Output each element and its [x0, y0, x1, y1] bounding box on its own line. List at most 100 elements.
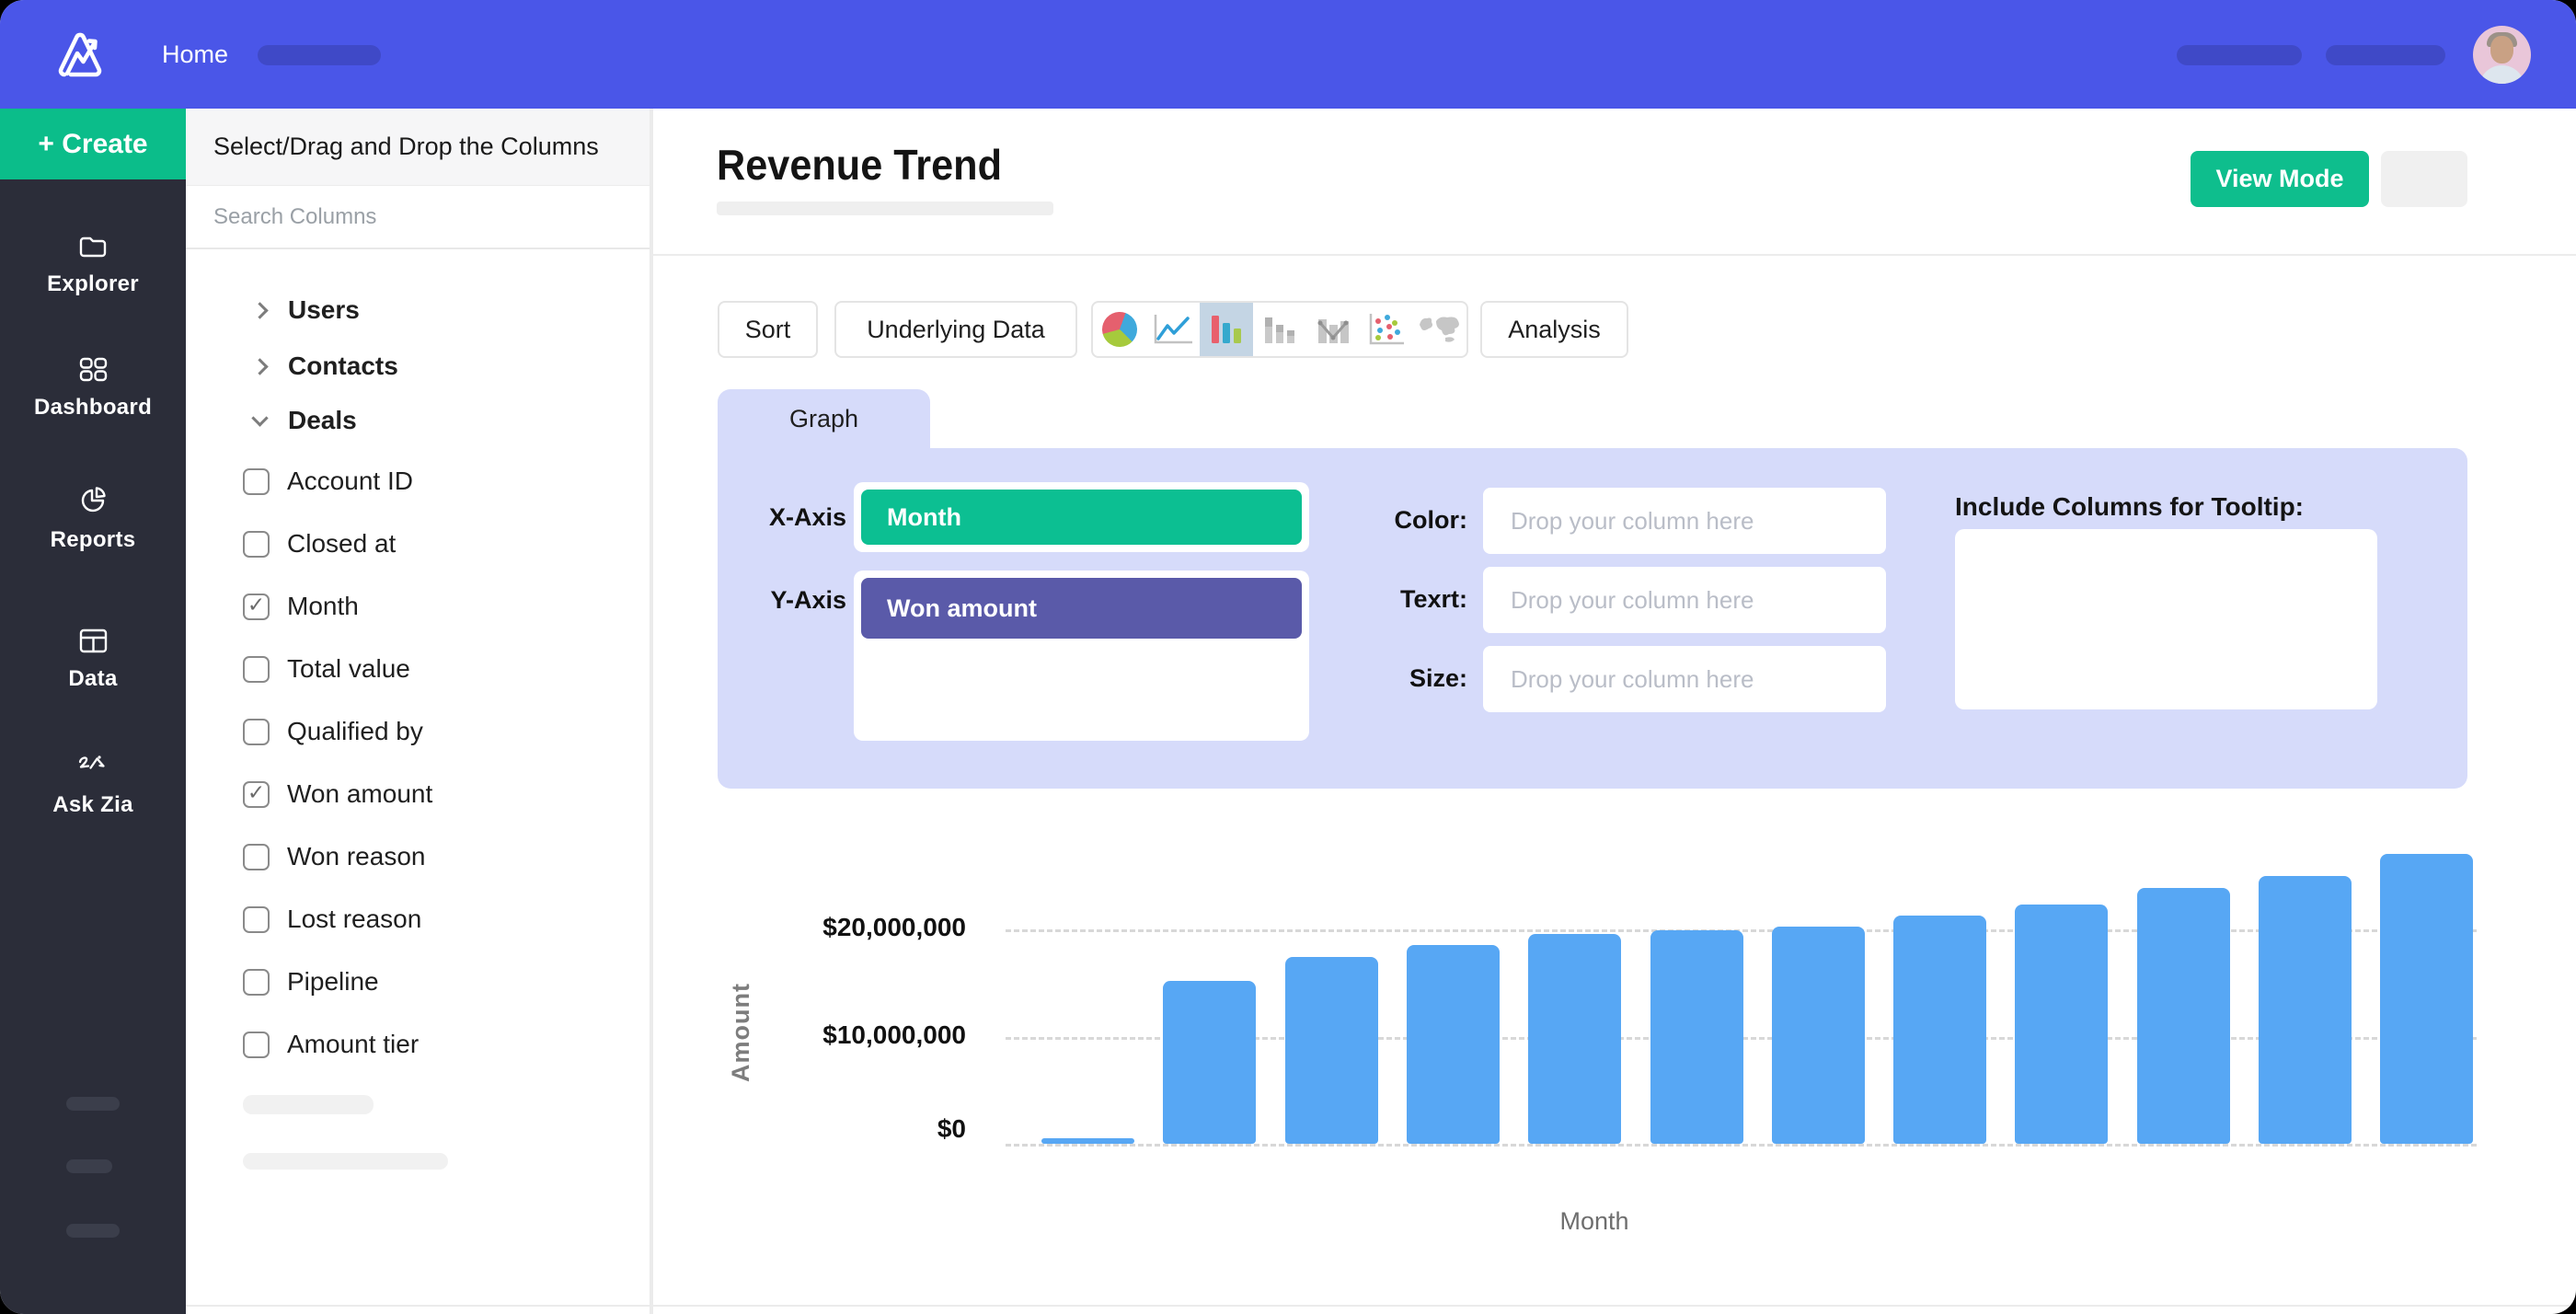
column-field-label: Qualified by	[287, 717, 423, 746]
y-axis-tick-label: $0	[708, 1114, 966, 1144]
combo-chart-icon[interactable]	[1306, 303, 1360, 356]
column-field-row[interactable]: Total value	[186, 650, 650, 688]
title-subtitle-placeholder	[717, 202, 1053, 215]
chart-bar[interactable]	[1285, 957, 1378, 1144]
view-mode-button[interactable]: View Mode	[2191, 151, 2369, 207]
table-node-deals[interactable]: Deals	[186, 400, 650, 441]
map-chart-icon[interactable]	[1413, 303, 1466, 356]
drop-row-label: Texrt:	[1320, 585, 1467, 614]
table-node-contacts[interactable]: Contacts	[186, 346, 650, 386]
drop-row-label: Color:	[1320, 506, 1467, 535]
stacked-bar-icon[interactable]	[1253, 303, 1306, 356]
line-chart-icon[interactable]	[1146, 303, 1200, 356]
search-columns-input[interactable]	[186, 187, 650, 249]
y-axis-tick-label: $20,000,000	[708, 913, 966, 942]
checkbox-unchecked-icon[interactable]	[243, 969, 270, 996]
bar-chart-icon[interactable]	[1200, 303, 1253, 356]
sidebar-item-dashboard[interactable]: Dashboard	[0, 357, 186, 421]
analysis-button[interactable]: Analysis	[1480, 301, 1628, 358]
checkbox-unchecked-icon[interactable]	[243, 844, 270, 870]
chart-bar[interactable]	[2137, 888, 2230, 1144]
table-node-label: Deals	[288, 406, 357, 435]
drop-row-label: Size:	[1320, 664, 1467, 693]
chart-bar[interactable]	[1041, 1138, 1134, 1144]
chevron-right-icon[interactable]	[251, 302, 268, 318]
checkbox-unchecked-icon[interactable]	[243, 531, 270, 558]
sidebar-item-label: Data	[68, 666, 117, 692]
top-navbar: Home	[0, 0, 2576, 109]
page-title: Revenue Trend	[717, 140, 1002, 190]
sidebar-item-data[interactable]: Data	[0, 628, 186, 692]
avatar-shirt	[2479, 65, 2524, 84]
underlying-data-button[interactable]: Underlying Data	[834, 301, 1077, 358]
sidebar-item-explorer[interactable]: Explorer	[0, 234, 186, 297]
drop-column-zone[interactable]: Drop your column here	[1483, 567, 1886, 633]
chart-bar[interactable]	[2259, 876, 2352, 1144]
tooltip-columns-dropzone[interactable]	[1955, 529, 2377, 709]
chart-bar[interactable]	[2015, 905, 2108, 1144]
column-field-label: Lost reason	[287, 905, 421, 934]
chart-bar[interactable]	[1650, 930, 1743, 1144]
avatar-face	[2490, 36, 2513, 63]
column-field-row[interactable]: Won reason	[186, 837, 650, 876]
chart-bar[interactable]	[1407, 945, 1500, 1144]
chart-bar[interactable]	[1772, 927, 1865, 1144]
checkbox-unchecked-icon[interactable]	[243, 719, 270, 745]
table-icon	[79, 628, 108, 658]
table-node-users[interactable]: Users	[186, 290, 650, 330]
column-list-placeholder	[243, 1153, 448, 1170]
column-field-row[interactable]: Qualified by	[186, 712, 650, 751]
column-field-row[interactable]: Account ID	[186, 462, 650, 501]
column-field-row[interactable]: Closed at	[186, 524, 650, 563]
tab-graph[interactable]: Graph	[718, 389, 930, 449]
header-divider	[653, 254, 2576, 256]
folder-icon	[78, 234, 108, 263]
x-axis-title: Month	[1502, 1207, 1686, 1236]
create-button[interactable]: + Create	[0, 109, 186, 179]
drop-column-zone[interactable]: Drop your column here	[1483, 646, 1886, 712]
chart-type-switcher	[1091, 301, 1468, 358]
checkbox-unchecked-icon[interactable]	[243, 906, 270, 933]
checkbox-unchecked-icon[interactable]	[243, 1032, 270, 1058]
table-node-label: Users	[288, 295, 360, 325]
x-axis-chip[interactable]: Month	[861, 490, 1302, 545]
chart-bar[interactable]	[1163, 981, 1256, 1144]
y-axis-chip[interactable]: Won amount	[861, 578, 1302, 639]
nav-placeholder-pill	[2326, 45, 2445, 65]
column-field-label: Total value	[287, 654, 410, 684]
pie-chart-icon[interactable]	[1093, 303, 1146, 356]
header-placeholder-button[interactable]	[2381, 151, 2467, 207]
sidebar-item-label: Reports	[51, 527, 136, 553]
column-field-label: Account ID	[287, 467, 413, 496]
app-window: Home + Create Explorer Dashboard Reports Da…	[0, 0, 2576, 1314]
checkbox-unchecked-icon[interactable]	[243, 656, 270, 683]
column-field-row[interactable]: Amount tier	[186, 1025, 650, 1064]
sidebar-item-ask-zia[interactable]: Ask Zia	[0, 755, 186, 818]
sort-button[interactable]: Sort	[718, 301, 818, 358]
sidebar-placeholder	[66, 1159, 112, 1173]
sidebar-item-label: Ask Zia	[52, 792, 132, 818]
column-field-label: Won reason	[287, 842, 425, 871]
column-field-row[interactable]: Pipeline	[186, 962, 650, 1001]
chevron-down-icon[interactable]	[251, 409, 268, 426]
y-axis-title: Amount	[727, 959, 764, 1106]
chevron-right-icon[interactable]	[251, 358, 268, 375]
panel-divider	[651, 109, 653, 1314]
chart-bar[interactable]	[2380, 854, 2473, 1144]
checkbox-checked-icon[interactable]: ✓	[243, 594, 270, 620]
user-avatar[interactable]	[2473, 26, 2531, 84]
sidebar-placeholder	[66, 1097, 120, 1111]
graph-config-panel: X-Axis Month Y-Axis Won amount Color:Dro…	[718, 448, 2467, 789]
checkbox-unchecked-icon[interactable]	[243, 468, 270, 495]
chart-bar[interactable]	[1893, 916, 1986, 1144]
nav-item-home[interactable]: Home	[162, 0, 228, 109]
checkbox-checked-icon[interactable]: ✓	[243, 781, 270, 808]
column-field-row[interactable]: ✓Month	[186, 587, 650, 626]
sidebar-item-reports[interactable]: Reports	[0, 486, 186, 553]
table-node-label: Contacts	[288, 352, 398, 381]
drop-column-zone[interactable]: Drop your column here	[1483, 488, 1886, 554]
column-field-row[interactable]: Lost reason	[186, 900, 650, 939]
column-field-row[interactable]: ✓Won amount	[186, 775, 650, 813]
scatter-plot-icon[interactable]	[1360, 303, 1413, 356]
chart-bar[interactable]	[1528, 934, 1621, 1144]
